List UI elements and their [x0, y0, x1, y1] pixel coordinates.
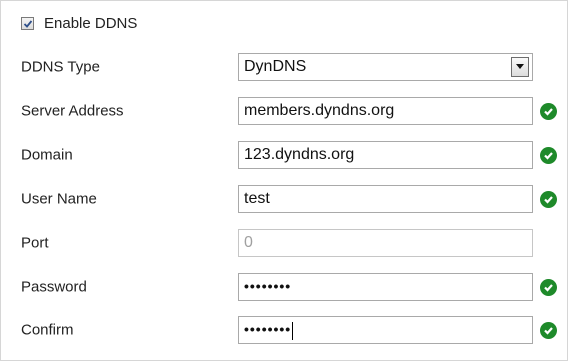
ddns-type-value: DynDNS — [244, 58, 307, 75]
user-name-input[interactable]: test — [238, 185, 533, 213]
chevron-down-icon — [516, 64, 524, 69]
confirm-input[interactable]: •••••••• — [238, 316, 533, 344]
check-circle-icon — [540, 191, 557, 208]
confirm-label: Confirm — [21, 321, 74, 339]
enable-ddns-checkbox[interactable] — [21, 16, 34, 30]
check-circle-icon — [540, 322, 557, 339]
ddns-settings-panel: Enable DDNS DDNS Type DynDNS Server Addr… — [0, 0, 568, 361]
text-caret — [292, 321, 294, 340]
password-label: Password — [21, 278, 87, 296]
checkmark-icon — [23, 19, 33, 28]
confirm-value: •••••••• — [244, 321, 292, 337]
password-value: •••••••• — [244, 278, 292, 294]
check-circle-icon — [540, 103, 557, 120]
enable-ddns-label: Enable DDNS — [44, 14, 138, 32]
check-circle-icon — [540, 279, 557, 296]
ddns-type-label: DDNS Type — [21, 58, 100, 76]
ddns-type-select[interactable]: DynDNS — [238, 53, 533, 81]
password-input[interactable]: •••••••• — [238, 273, 533, 301]
enable-ddns-row[interactable]: Enable DDNS — [21, 14, 138, 32]
port-label: Port — [21, 234, 49, 252]
user-name-label: User Name — [21, 190, 97, 208]
dropdown-button[interactable] — [511, 57, 529, 77]
domain-input[interactable]: 123.dyndns.org — [238, 141, 533, 169]
port-input[interactable]: 0 — [238, 229, 533, 257]
server-address-input[interactable]: members.dyndns.org — [238, 97, 533, 125]
check-circle-icon — [540, 147, 557, 164]
domain-label: Domain — [21, 146, 73, 164]
server-address-label: Server Address — [21, 102, 124, 120]
